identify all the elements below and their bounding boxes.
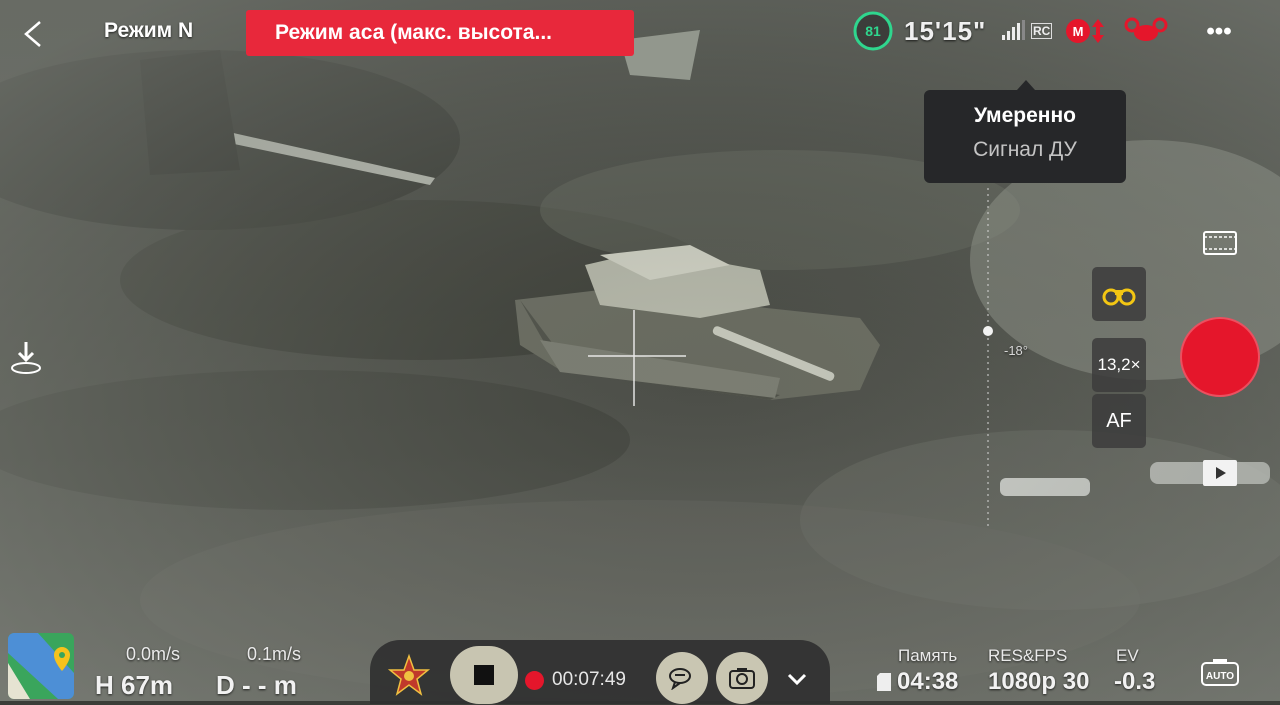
horizontal-speed: 0.1m/s — [247, 644, 302, 664]
binoculars-icon — [1102, 288, 1136, 306]
stop-button[interactable] — [450, 646, 518, 704]
sd-card-icon — [877, 673, 891, 691]
camera-switch-button[interactable] — [716, 652, 768, 704]
af-button[interactable]: AF — [1092, 394, 1146, 448]
recording-time: 00:07:49 — [552, 669, 626, 690]
rc-label: RC — [1031, 23, 1053, 39]
signal-tooltip: Умеренно Сигнал ДУ — [924, 80, 1126, 183]
auto-icon[interactable]: AUTO — [1200, 656, 1240, 688]
battery-indicator[interactable]: 81 — [850, 8, 896, 54]
zoom-button[interactable]: 13,2× — [1092, 338, 1146, 392]
gimbal-pitch-scale — [979, 188, 999, 528]
ev-label: EV — [1116, 646, 1139, 665]
play-icon[interactable] — [1202, 459, 1238, 487]
gimbal-pitch-value: -18° — [1004, 343, 1028, 358]
flight-mode-label[interactable]: Режим N — [104, 19, 193, 43]
vertical-speed: 0.0m/s — [126, 644, 181, 664]
map-button[interactable] — [8, 633, 74, 699]
rc-signal[interactable]: RC — [1000, 20, 1053, 42]
more-icon[interactable]: ••• — [1196, 16, 1242, 48]
battery-icon: 81 — [853, 11, 893, 51]
camera-switch-icon — [729, 668, 755, 689]
chevron-down-icon[interactable] — [784, 666, 810, 692]
resfps-label: RES&FPS — [988, 646, 1068, 665]
ev-value[interactable]: -0.3 — [1114, 668, 1155, 696]
chat-icon — [669, 668, 691, 690]
memory-label: Память — [898, 646, 958, 665]
landing-button[interactable] — [8, 338, 44, 378]
back-arrow-icon — [24, 21, 41, 47]
memory-value: 04:38 — [897, 668, 959, 695]
stop-icon — [474, 665, 494, 685]
drone-warning-icon[interactable] — [1124, 15, 1168, 47]
film-icon[interactable] — [1202, 230, 1238, 256]
tooltip-subtitle: Сигнал ДУ — [973, 138, 1077, 161]
distance-value: D - - m — [216, 670, 297, 700]
record-button[interactable] — [1180, 317, 1260, 397]
back-button[interactable] — [18, 18, 48, 50]
warning-banner[interactable]: Режим аса (макс. высота... — [246, 10, 634, 56]
svg-text:M: M — [1073, 24, 1084, 39]
auto-label: AUTO — [1206, 671, 1234, 682]
height-value: H 67m — [95, 670, 174, 700]
zoom-level: 13,2× — [1097, 355, 1141, 374]
map-icon — [8, 633, 74, 699]
resfps-value[interactable]: 1080p 30 — [988, 668, 1089, 696]
tooltip-title: Умеренно — [974, 104, 1076, 127]
focus-mode: AF — [1106, 409, 1132, 432]
recording-indicator — [525, 671, 544, 690]
landing-icon — [11, 342, 41, 374]
flight-time: 15'15" — [904, 16, 987, 46]
motor-warning-icon[interactable]: M — [1064, 15, 1112, 47]
chat-button[interactable] — [656, 652, 708, 704]
unit-logo-icon — [386, 652, 432, 700]
binoculars-button[interactable] — [1092, 267, 1146, 321]
battery-percent: 81 — [865, 23, 881, 39]
